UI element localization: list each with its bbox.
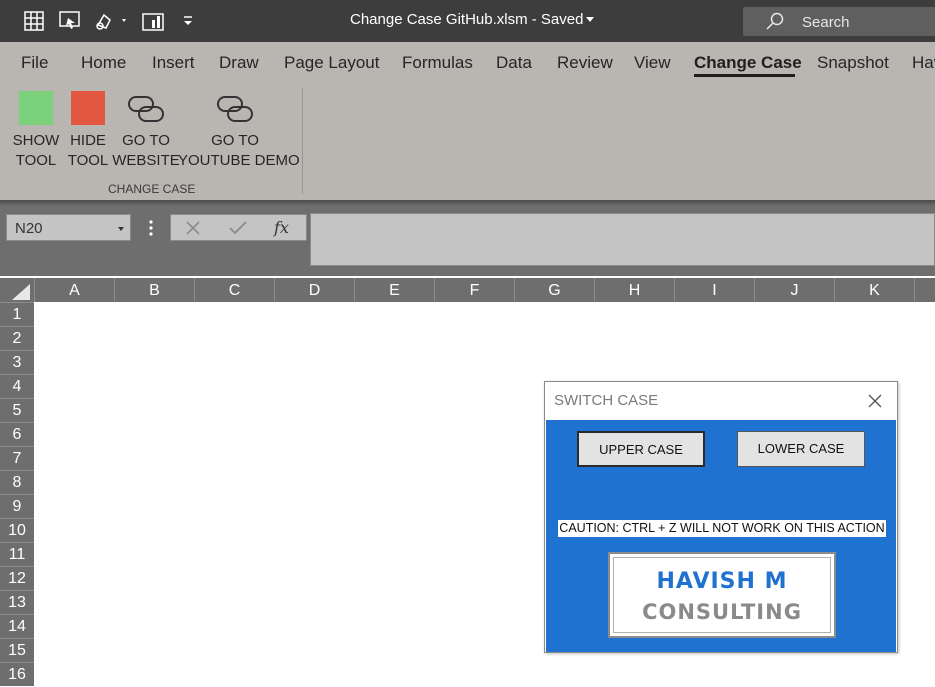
upper-case-button[interactable]: UPPER CASE bbox=[577, 431, 705, 467]
tab-change-case[interactable]: Change Case bbox=[694, 53, 802, 73]
shapes-icon[interactable] bbox=[93, 10, 131, 32]
row-header[interactable]: 7 bbox=[0, 446, 34, 470]
column-header[interactable]: F bbox=[434, 278, 514, 302]
logo-text-line2: CONSULTING bbox=[642, 600, 802, 624]
name-box[interactable]: N20 bbox=[6, 214, 131, 241]
tab-insert[interactable]: Insert bbox=[152, 53, 195, 73]
column-header[interactable]: E bbox=[354, 278, 434, 302]
column-header[interactable]: C bbox=[194, 278, 274, 302]
caution-label: CAUTION: CTRL + Z WILL NOT WORK ON THIS … bbox=[558, 520, 886, 537]
formula-buttons: fx bbox=[170, 214, 307, 241]
row-header[interactable]: 14 bbox=[0, 614, 34, 638]
tab-formulas[interactable]: Formulas bbox=[402, 53, 473, 73]
chart-icon[interactable] bbox=[141, 10, 165, 32]
tab-snapshot[interactable]: Snapshot bbox=[817, 53, 889, 73]
formula-input[interactable] bbox=[310, 213, 935, 266]
group-separator bbox=[302, 88, 303, 194]
tab-data[interactable]: Data bbox=[496, 53, 532, 73]
row-header[interactable]: 10 bbox=[0, 518, 34, 542]
title-dropdown-icon[interactable] bbox=[586, 17, 594, 22]
row-header[interactable]: 15 bbox=[0, 638, 34, 662]
dialog-title: SWITCH CASE bbox=[554, 392, 659, 409]
row-header[interactable]: 4 bbox=[0, 374, 34, 398]
switch-case-dialog: SWITCH CASE UPPER CASE LOWER CASE CAUTIO… bbox=[544, 381, 898, 653]
go-to-youtube-label: GO TO YOUTUBE DEMO bbox=[178, 132, 300, 169]
ribbon-tab-bar: File Home Insert Draw Page Layout Formul… bbox=[0, 42, 935, 86]
column-header[interactable]: G bbox=[514, 278, 594, 302]
row-header[interactable]: 12 bbox=[0, 566, 34, 590]
search-icon bbox=[765, 12, 785, 37]
enter-check-icon[interactable] bbox=[229, 221, 247, 240]
link-icon bbox=[127, 94, 165, 129]
dialog-body: UPPER CASE LOWER CASE CAUTION: CTRL + Z … bbox=[546, 420, 896, 652]
column-header[interactable]: K bbox=[834, 278, 914, 302]
search-label: Search bbox=[802, 14, 850, 31]
customize-icon[interactable] bbox=[176, 10, 200, 32]
column-header[interactable]: A bbox=[34, 278, 114, 302]
lower-case-button[interactable]: LOWER CASE bbox=[737, 431, 865, 467]
search-box[interactable]: Search bbox=[743, 7, 935, 36]
grid-icon[interactable] bbox=[22, 10, 46, 32]
tab-havish[interactable]: Hav bbox=[912, 53, 935, 73]
go-to-website-label: GO TO WEBSITE bbox=[112, 132, 180, 169]
row-header[interactable]: 6 bbox=[0, 422, 34, 446]
row-header[interactable]: 13 bbox=[0, 590, 34, 614]
column-header[interactable]: B bbox=[114, 278, 194, 302]
row-header[interactable]: 16 bbox=[0, 662, 34, 686]
insert-function-icon[interactable]: fx bbox=[274, 218, 289, 237]
column-header[interactable]: J bbox=[754, 278, 834, 302]
name-box-value: N20 bbox=[15, 220, 43, 237]
active-tab-indicator bbox=[694, 74, 795, 77]
document-title: Change Case GitHub.xlsm - Saved bbox=[350, 11, 584, 28]
row-header[interactable]: 2 bbox=[0, 326, 34, 350]
red-square-icon bbox=[71, 91, 105, 125]
show-tool-label: SHOW TOOL bbox=[12, 132, 60, 169]
tab-draw[interactable]: Draw bbox=[219, 53, 259, 73]
logo-frame: HAVISH M CONSULTING bbox=[613, 557, 831, 633]
more-options-icon[interactable] bbox=[148, 220, 154, 241]
row-header[interactable]: 1 bbox=[0, 302, 34, 326]
tab-home[interactable]: Home bbox=[81, 53, 126, 73]
row-header[interactable]: 11 bbox=[0, 542, 34, 566]
tab-review[interactable]: Review bbox=[557, 53, 613, 73]
column-header[interactable] bbox=[914, 278, 935, 302]
tab-view[interactable]: View bbox=[634, 53, 671, 73]
title-bar: Change Case GitHub.xlsm - Saved Search bbox=[0, 0, 935, 42]
row-header[interactable]: 5 bbox=[0, 398, 34, 422]
column-header[interactable]: D bbox=[274, 278, 354, 302]
close-icon[interactable] bbox=[867, 393, 883, 409]
tab-file[interactable]: File bbox=[21, 53, 48, 73]
logo-text-line1: HAVISH M bbox=[656, 569, 788, 594]
row-header[interactable]: 8 bbox=[0, 470, 34, 494]
cancel-icon[interactable] bbox=[185, 221, 201, 240]
hide-tool-label: HIDE TOOL bbox=[67, 132, 109, 169]
column-header[interactable]: H bbox=[594, 278, 674, 302]
chevron-down-icon[interactable] bbox=[118, 227, 124, 231]
presenter-icon[interactable] bbox=[58, 10, 82, 32]
tab-page-layout[interactable]: Page Layout bbox=[284, 53, 379, 73]
link-icon bbox=[216, 94, 254, 129]
select-all-button[interactable] bbox=[12, 284, 30, 300]
row-header[interactable]: 9 bbox=[0, 494, 34, 518]
column-header[interactable]: I bbox=[674, 278, 754, 302]
group-label-change-case: CHANGE CASE bbox=[108, 182, 196, 196]
havish-m-consulting-logo: HAVISH M CONSULTING bbox=[608, 552, 836, 638]
green-square-icon bbox=[19, 91, 53, 125]
row-header[interactable]: 3 bbox=[0, 350, 34, 374]
